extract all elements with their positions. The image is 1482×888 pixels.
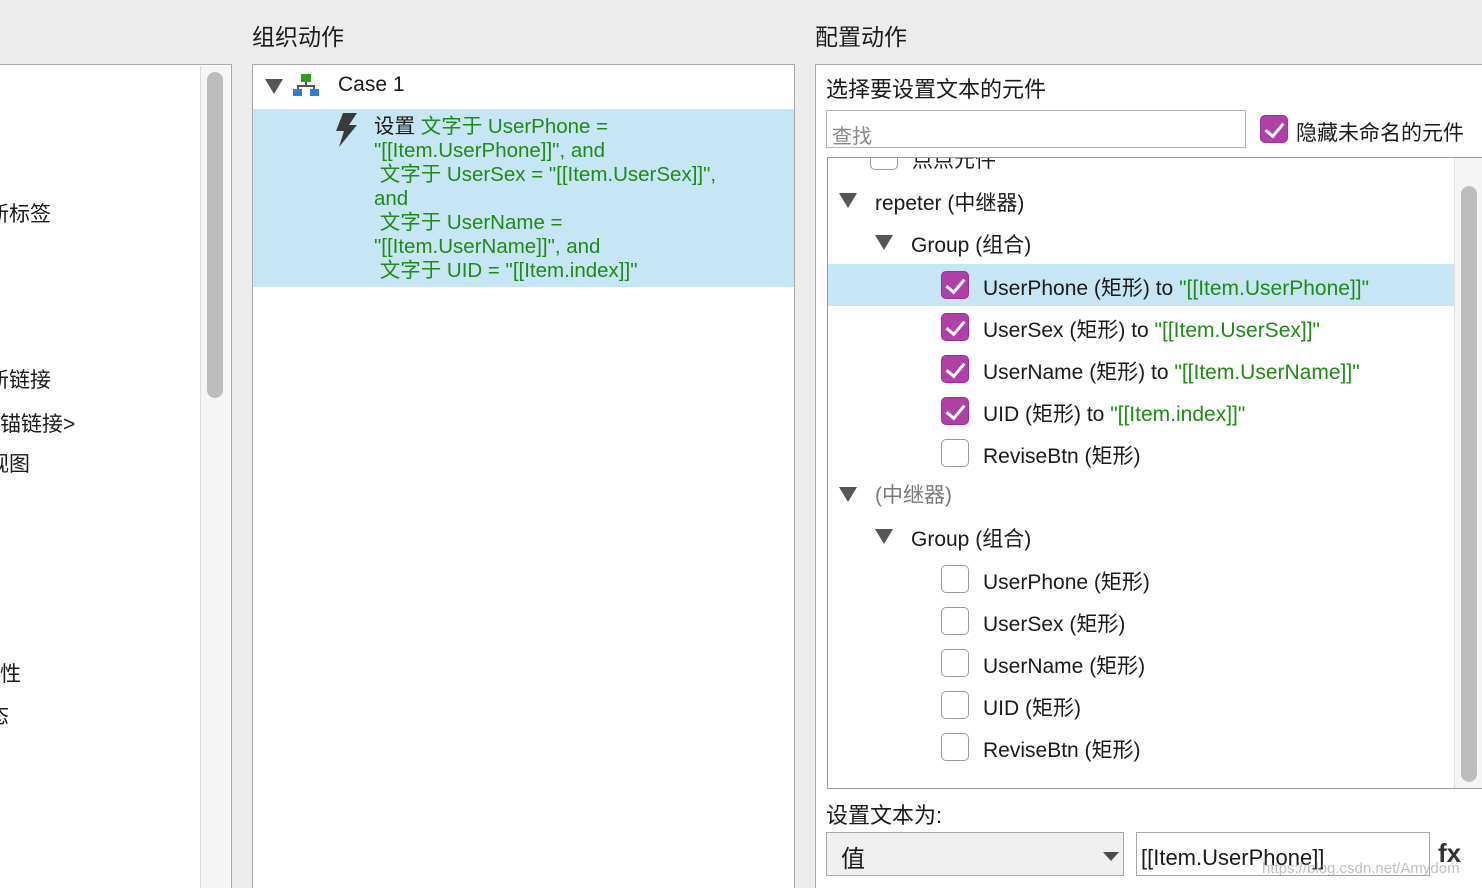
tree-row-label: UserName (矩形) to "[[Item.UserName]]"	[983, 356, 1360, 386]
group1-label[interactable]: Group (组合)	[911, 229, 1031, 259]
tree-row-to: to	[1149, 277, 1180, 300]
revisebtn-checkbox[interactable]	[941, 439, 969, 467]
hide-unnamed-label: 隐藏未命名的元件	[1296, 122, 1464, 145]
tree-row-label: UserPhone (矩形) to "[[Item.UserPhone]]"	[983, 272, 1369, 302]
tree-row-label: UserSex (矩形) to "[[Item.UserSex]]"	[983, 314, 1320, 344]
tree-row-value: "[[Item.UserPhone]]"	[1179, 277, 1370, 300]
tree-row-to: to	[1081, 403, 1111, 426]
left-item-new-tab[interactable]: 新标签	[0, 198, 51, 228]
lightning-icon	[336, 113, 357, 147]
r2-revisebtn-checkbox[interactable]	[941, 733, 969, 761]
left-item-new-link[interactable]: 新链接	[0, 364, 51, 394]
uid-checkbox[interactable]	[941, 397, 969, 425]
group1-expand-triangle-icon[interactable]	[875, 235, 893, 250]
tree-row[interactable]: UserPhone (矩形)	[828, 558, 1454, 600]
action-item-selected[interactable]: 设置 文字于 UserPhone = "[[Item.UserPhone]]",…	[253, 109, 794, 287]
repeater2-label[interactable]: (中继器)	[875, 479, 952, 509]
action-line-5: 文字于 UserName =	[374, 211, 563, 234]
tree-row[interactable]: UserPhone (矩形) to "[[Item.UserPhone]]"	[828, 264, 1454, 306]
configure-actions-title: 配置动作	[815, 24, 907, 50]
tree-row[interactable]: UserName (矩形)	[828, 642, 1454, 684]
action-prefix: 设置	[374, 115, 415, 138]
action-text: 设置 文字于 UserPhone = "[[Item.UserPhone]]",…	[374, 115, 716, 283]
tree-row-to: to	[1145, 361, 1175, 384]
r2-username-checkbox[interactable]	[941, 649, 969, 677]
tree-row-name: UserName (矩形)	[983, 655, 1146, 678]
group2-label[interactable]: Group (组合)	[911, 523, 1031, 553]
tree-row-name: ReviseBtn (矩形)	[983, 739, 1141, 762]
left-item-view[interactable]: 视图	[0, 448, 30, 478]
tree-row-name: ReviseBtn (矩形)	[983, 445, 1141, 468]
tree-row-label: ReviseBtn (矩形)	[983, 440, 1141, 470]
dropdown-arrow-icon	[1103, 852, 1119, 861]
tree-row-value: "[[Item.UserName]]"	[1174, 361, 1360, 384]
tree-row-name: UserSex (矩形)	[983, 613, 1126, 636]
action-line-3: 文字于 UserSex = "[[Item.UserSex]]",	[374, 163, 717, 186]
action-line-4: and	[374, 187, 409, 210]
case-expand-triangle-icon[interactable]	[265, 79, 283, 94]
select-widget-label: 选择要设置文本的元件	[826, 77, 1047, 102]
action-line-2: "[[Item.UserPhone]]", and	[374, 139, 606, 162]
tree-scrollbar[interactable]	[1461, 186, 1477, 782]
left-item-anchor-link[interactable]: 锚链接>	[0, 408, 75, 438]
repeater2-expand-triangle-icon[interactable]	[839, 487, 857, 502]
tree-row-to: to	[1125, 319, 1155, 342]
tree-row[interactable]: UID (矩形)	[828, 684, 1454, 726]
clipped-checkbox[interactable]	[870, 158, 898, 170]
tree-row[interactable]: UID (矩形) to "[[Item.index]]"	[828, 390, 1454, 432]
left-panel-body	[0, 64, 232, 888]
username-checkbox[interactable]	[941, 355, 969, 383]
hide-unnamed-checkbox[interactable]	[1260, 115, 1288, 143]
left-item-property[interactable]: 性	[0, 658, 21, 688]
organize-actions-panel: Case 1 设置 文字于 UserPhone = "[[Item.UserPh…	[252, 64, 795, 888]
repeater1-label[interactable]: repeter (中继器)	[875, 187, 1024, 217]
left-item-state[interactable]: 态	[0, 700, 9, 730]
tree-row-name: UserSex (矩形)	[983, 319, 1126, 342]
tree-row[interactable]: ReviseBtn (矩形)	[828, 432, 1454, 474]
action-line-7: 文字于 UID = "[[Item.index]]"	[374, 259, 638, 282]
action-line-6: "[[Item.UserName]]", and	[374, 235, 601, 258]
tree-row-value: "[[Item.index]]"	[1110, 403, 1246, 426]
set-text-label: 设置文本为:	[826, 803, 943, 828]
group2-expand-triangle-icon[interactable]	[875, 529, 893, 544]
tree-row[interactable]: UserName (矩形) to "[[Item.UserName]]"	[828, 348, 1454, 390]
tree-row-name: UserPhone (矩形)	[983, 277, 1150, 300]
tree-row[interactable]: ReviseBtn (矩形)	[828, 726, 1454, 768]
case-tree-icon	[293, 74, 319, 96]
usersex-checkbox[interactable]	[941, 313, 969, 341]
left-panel-top-strip	[0, 0, 232, 64]
repeater1-expand-triangle-icon[interactable]	[839, 193, 857, 208]
action-line-1: 文字于 UserPhone =	[420, 115, 609, 138]
clipped-item-label: 点点元件	[912, 157, 996, 172]
tree-row-name: UID (矩形)	[983, 697, 1081, 720]
tree-row-name: UserName (矩形)	[983, 361, 1146, 384]
left-panel: 新标签 新链接 锚链接> 视图 性 态	[0, 0, 232, 888]
value-type-selected: 值	[841, 846, 865, 873]
watermark: https://blog.csdn.net/Amydom	[1262, 860, 1460, 877]
widget-tree: 点点元件 repeter (中继器) Group (组合) UserPhone …	[827, 157, 1482, 789]
r2-uid-checkbox[interactable]	[941, 691, 969, 719]
tree-row-name: UserPhone (矩形)	[983, 571, 1150, 594]
value-type-select[interactable]: 值	[826, 832, 1124, 876]
organize-actions-title: 组织动作	[252, 24, 344, 50]
userphone-checkbox[interactable]	[941, 271, 969, 299]
search-placeholder: 查找	[832, 126, 872, 148]
r2-usersex-checkbox[interactable]	[941, 607, 969, 635]
tree-row[interactable]: UserSex (矩形) to "[[Item.UserSex]]"	[828, 306, 1454, 348]
search-input[interactable]: 查找	[826, 110, 1246, 148]
left-panel-scrollbar[interactable]	[207, 72, 223, 398]
tree-row-value: "[[Item.UserSex]]"	[1154, 319, 1320, 342]
case-label[interactable]: Case 1	[338, 73, 405, 97]
tree-row-label: UID (矩形) to "[[Item.index]]"	[983, 398, 1245, 428]
r2-userphone-checkbox[interactable]	[941, 565, 969, 593]
tree-row-name: UID (矩形)	[983, 403, 1081, 426]
tree-row[interactable]: UserSex (矩形)	[828, 600, 1454, 642]
